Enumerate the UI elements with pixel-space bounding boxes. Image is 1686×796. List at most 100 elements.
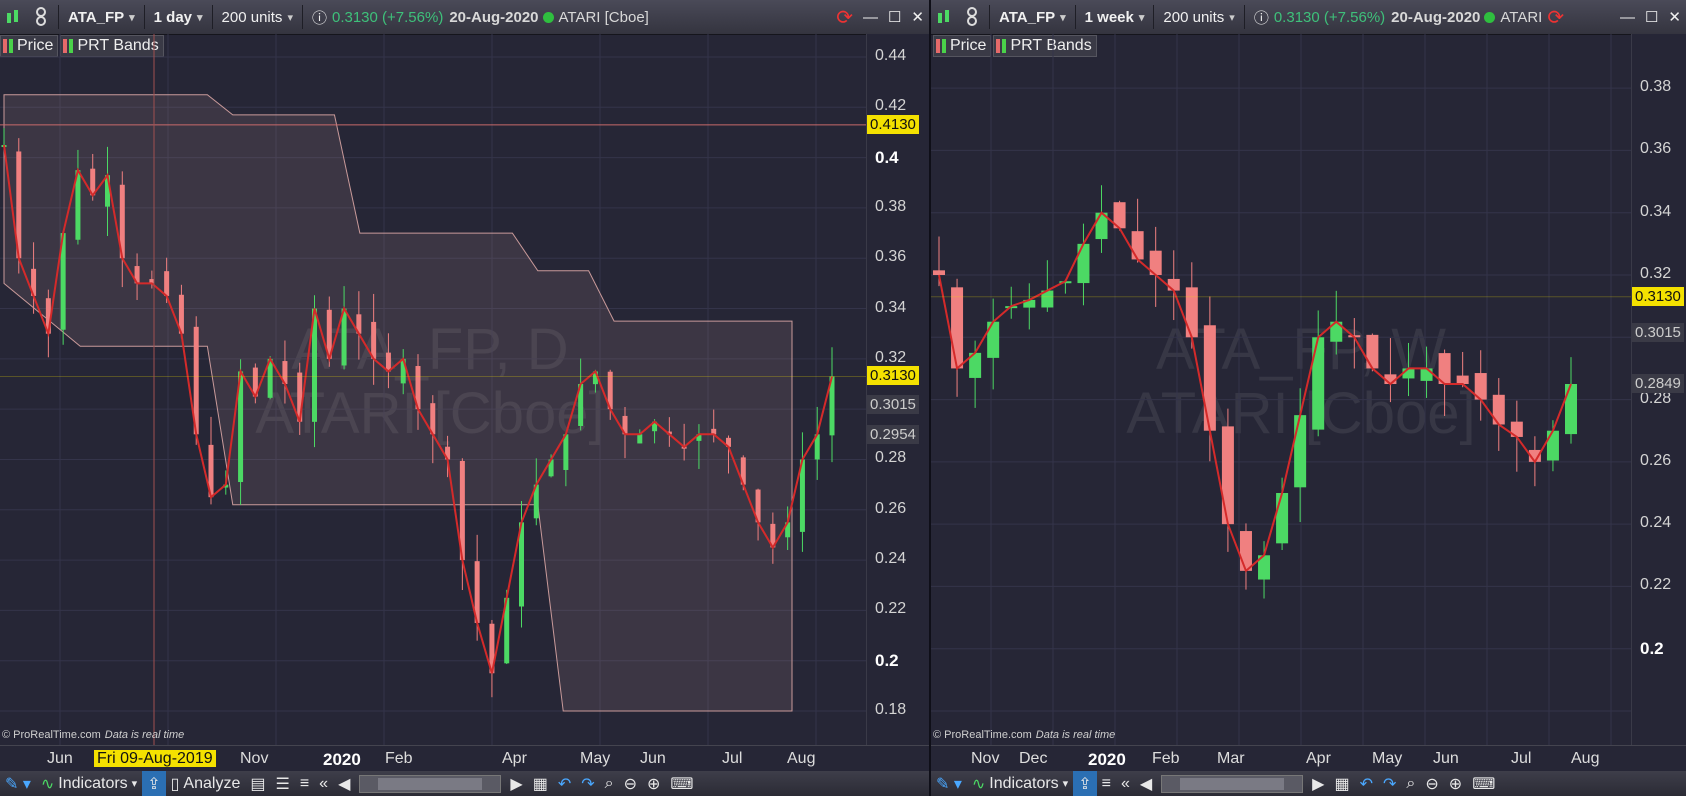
x-axis-daily[interactable]: Jun Nov 2020 Feb Apr May Jun Jul Aug Fri 09-Aug-2… <box>0 745 929 772</box>
y-tick-label: 0.36 <box>875 248 907 266</box>
symbol-selector[interactable]: ATA_FP <box>63 2 140 32</box>
calendar-icon[interactable]: ▦ <box>1329 771 1354 796</box>
price-tag: 0.3015 <box>1632 322 1684 342</box>
calendar-icon[interactable]: ▦ <box>528 771 553 796</box>
y-axis-daily[interactable]: 0.440.420.40.380.360.340.320.300.280.260… <box>866 34 929 745</box>
zoom-reset-icon[interactable]: ⌕ <box>600 771 619 796</box>
candle-body <box>951 287 964 369</box>
y-axis-weekly[interactable]: 0.380.360.340.320.300.280.260.240.220.20… <box>1631 34 1686 745</box>
document-icon[interactable]: ▤ <box>245 771 270 796</box>
undo-icon[interactable]: ↶ <box>1355 771 1378 796</box>
undo-icon[interactable]: ↶ <box>553 771 576 796</box>
time-scrollbar[interactable] <box>359 774 502 793</box>
analyze-button[interactable]: ▯ Analyze <box>166 771 246 796</box>
zoom-in-icon[interactable]: ⊕ <box>642 771 665 796</box>
close-icon[interactable]: ✕ <box>1663 2 1686 32</box>
price-tag: 0.2849 <box>1632 374 1684 394</box>
minimize-icon[interactable]: — <box>858 2 883 32</box>
chart-panel-weekly: ATA_FP 1 week 200 units ⓘ 0.3130 (+7.56%… <box>931 0 1686 796</box>
x-axis-weekly[interactable]: Nov Dec 2020 Feb Mar Apr May Jun Jul Aug <box>931 745 1686 772</box>
candles-icon[interactable] <box>931 2 959 32</box>
candle-body <box>1221 426 1234 525</box>
list-icon[interactable]: ☰ <box>270 771 294 796</box>
chart-panel-daily: ATA_FP 1 day 200 units ⓘ 0.3130 (+7.56%)… <box>0 0 929 796</box>
zoom-reset-icon[interactable]: ⌕ <box>1401 771 1420 796</box>
keyboard-icon[interactable]: ⌨ <box>665 771 698 796</box>
redo-icon[interactable]: ↷ <box>1378 771 1401 796</box>
share-icon[interactable]: ⇪ <box>142 771 166 796</box>
y-tick-label: 0.32 <box>1640 265 1672 282</box>
symbol-selector[interactable]: ATA_FP <box>994 2 1071 32</box>
pencil-icon[interactable]: ✎ ▾ <box>931 771 967 796</box>
minimize-icon[interactable]: — <box>1615 2 1640 32</box>
price-tag: 0.3130 <box>867 366 919 386</box>
y-tick-label: 0.34 <box>875 298 907 316</box>
units-selector[interactable]: 200 units <box>217 2 298 32</box>
maximize-icon[interactable]: ☐ <box>883 2 906 32</box>
menu-icon[interactable]: ≡ <box>1097 771 1116 796</box>
timeframe-selector[interactable]: 1 week <box>1080 2 1150 32</box>
y-tick-label: 0.26 <box>875 499 907 517</box>
x-tick-label: 2020 <box>323 750 361 769</box>
zoom-out-icon[interactable]: ⊖ <box>619 771 642 796</box>
candles-icon[interactable] <box>0 2 28 32</box>
share-icon[interactable]: ⇪ <box>1073 771 1097 796</box>
quote-date: 20-Aug-2020 <box>449 8 539 26</box>
candle-body <box>1402 368 1415 379</box>
zoom-in-icon[interactable]: ⊕ <box>1444 771 1467 796</box>
x-tick-label: Feb <box>385 750 413 767</box>
price-chart-weekly[interactable] <box>931 34 1631 745</box>
y-tick-label: 0.38 <box>875 197 907 215</box>
link-icon[interactable] <box>28 2 54 32</box>
pencil-icon[interactable]: ✎ ▾ <box>0 771 36 796</box>
price-tag: 0.2954 <box>867 424 919 444</box>
timeframe-selector[interactable]: 1 day <box>149 2 208 32</box>
bottom-toolbar: ✎ ▾ ∿ Indicators ▾ ⇪ ▯ Analyze ▤ ☰ ≡ « ◀ ▶ … <box>0 771 929 796</box>
link-icon[interactable] <box>959 2 985 32</box>
scroll-start-icon[interactable]: « <box>1116 771 1135 796</box>
quote-date: 20-Aug-2020 <box>1391 8 1481 26</box>
redo-icon[interactable]: ↷ <box>576 771 599 796</box>
y-tick-label: 0.44 <box>875 47 907 64</box>
close-icon[interactable]: ✕ <box>906 2 929 32</box>
indicators-button[interactable]: ∿ Indicators ▾ <box>36 771 142 796</box>
scroll-left-icon[interactable]: ◀ <box>333 771 355 796</box>
refresh-icon[interactable]: ⟳ <box>831 2 858 32</box>
x-tick-label: Apr <box>502 750 527 767</box>
candle-body <box>371 321 377 359</box>
x-tick-label: May <box>580 750 611 767</box>
chart-toolbar: ATA_FP 1 week 200 units ⓘ 0.3130 (+7.56%… <box>931 0 1686 35</box>
info-icon[interactable]: ⓘ <box>307 2 332 32</box>
x-tick-label: Nov <box>971 750 1000 767</box>
candle-body <box>637 434 643 444</box>
crosshair-date-label: Fri 09-Aug-2019 <box>94 750 216 767</box>
x-tick-label: Jun <box>640 750 666 767</box>
y-tick-label: 0.42 <box>875 97 907 115</box>
copyright-note: © ProRealTime.com Data is real time <box>933 729 1116 741</box>
x-tick-label: Feb <box>1152 750 1180 767</box>
scroll-right-icon[interactable]: ▶ <box>505 771 527 796</box>
price-change: 0.3130 (+7.56%) <box>331 8 444 26</box>
candle-body <box>1456 375 1469 384</box>
zoom-out-icon[interactable]: ⊖ <box>1420 771 1443 796</box>
y-tick-label: 0.34 <box>1640 202 1672 220</box>
menu-icon[interactable]: ≡ <box>295 771 314 796</box>
y-tick-label: 0.22 <box>875 600 907 618</box>
candle-body <box>1203 325 1216 431</box>
scroll-left-icon[interactable]: ◀ <box>1135 771 1157 796</box>
instrument-name: ATARI <box>1500 8 1543 26</box>
x-tick-label: 2020 <box>1088 750 1126 769</box>
refresh-icon[interactable]: ⟳ <box>1542 2 1569 32</box>
indicators-button[interactable]: ∿ Indicators ▾ <box>967 771 1073 796</box>
price-chart-daily[interactable] <box>0 34 866 745</box>
scroll-right-icon[interactable]: ▶ <box>1307 771 1329 796</box>
info-icon[interactable]: ⓘ <box>1249 2 1274 32</box>
maximize-icon[interactable]: ☐ <box>1640 2 1663 32</box>
scroll-start-icon[interactable]: « <box>314 771 333 796</box>
units-selector[interactable]: 200 units <box>1158 2 1239 32</box>
y-tick-label: 0.36 <box>1640 140 1672 158</box>
y-tick-label: 0.2 <box>1640 638 1664 658</box>
candle-body <box>1276 493 1289 544</box>
keyboard-icon[interactable]: ⌨ <box>1467 771 1500 796</box>
time-scrollbar[interactable] <box>1161 774 1304 793</box>
